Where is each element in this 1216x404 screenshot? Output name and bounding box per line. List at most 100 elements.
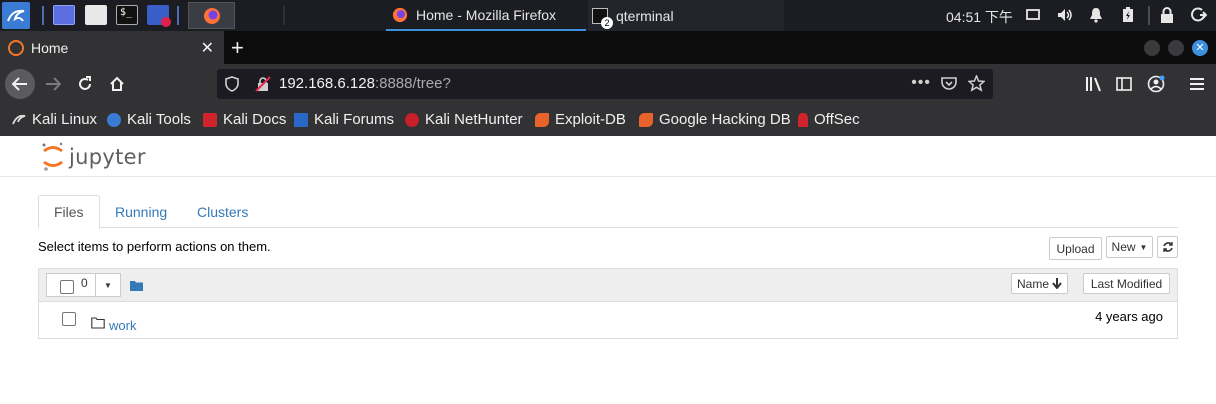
taskbar-separator xyxy=(283,6,285,25)
bookmark-star-icon[interactable] xyxy=(967,74,986,97)
bookmark-label: Kali NetHunter xyxy=(425,111,523,128)
volume-icon[interactable] xyxy=(1056,6,1074,24)
sort-by-last-modified-button[interactable]: Last Modified xyxy=(1083,273,1170,294)
display-icon[interactable] xyxy=(1024,6,1042,24)
refresh-list-button[interactable] xyxy=(1157,236,1178,258)
show-desktop-icon[interactable] xyxy=(53,5,75,25)
last-modified-label: Last Modified xyxy=(1090,276,1163,291)
hamburger-menu-icon[interactable] xyxy=(1183,70,1211,98)
firefox-launcher[interactable] xyxy=(188,2,235,29)
bookmark-kali-nethunter[interactable]: Kali NetHunter xyxy=(405,111,523,128)
account-icon[interactable] xyxy=(1142,70,1170,98)
select-all-control[interactable]: 0 xyxy=(46,273,96,297)
bookmark-kali-tools[interactable]: Kali Tools xyxy=(107,111,191,128)
bookmark-kali-docs[interactable]: Kali Docs xyxy=(203,111,286,128)
notifications-icon[interactable] xyxy=(1087,6,1105,24)
tab-title: Home xyxy=(31,39,69,56)
minimize-window-button[interactable] xyxy=(1144,40,1160,56)
forward-arrow-icon[interactable] xyxy=(39,70,67,98)
item-modified: 4 years ago xyxy=(1095,309,1163,324)
new-label: New xyxy=(1111,240,1136,254)
reload-icon[interactable] xyxy=(71,70,99,98)
bookmark-label: Google Hacking DB xyxy=(659,111,791,128)
sort-by-name-button[interactable]: Name xyxy=(1011,273,1068,294)
bookmark-kali-linux[interactable]: Kali Linux xyxy=(12,111,97,128)
firefox-icon xyxy=(203,7,220,24)
selected-count: 0 xyxy=(81,276,88,290)
navigation-toolbar: 192.168.6.128:8888/tree? ••• xyxy=(0,64,1216,104)
bookmarks-toolbar: Kali Linux Kali Tools Kali Docs Kali For… xyxy=(0,104,1216,136)
page-actions-icon[interactable]: ••• xyxy=(911,74,931,92)
close-tab-icon[interactable]: ✕ xyxy=(201,38,214,58)
pocket-icon[interactable] xyxy=(941,76,957,96)
item-checkbox[interactable] xyxy=(62,312,76,326)
home-icon[interactable] xyxy=(103,70,131,98)
maximize-window-button[interactable] xyxy=(1168,40,1184,56)
caret-down-icon: ▼ xyxy=(104,280,112,290)
address-bar[interactable]: 192.168.6.128:8888/tree? ••• xyxy=(217,69,993,99)
taskbar: $_ Home - Mozilla Firefox 2 qterminal 04… xyxy=(0,0,1216,31)
bookmark-label: Kali Forums xyxy=(314,111,395,128)
kali-tools-icon xyxy=(107,112,121,127)
bookmark-kali-forums[interactable]: Kali Forums xyxy=(294,111,394,128)
back-arrow-icon[interactable] xyxy=(5,69,35,99)
terminal-launcher-icon[interactable]: $_ xyxy=(116,5,138,25)
arrow-down-icon xyxy=(1052,278,1062,289)
tab-clusters[interactable]: Clusters xyxy=(182,195,263,228)
bookmark-label: OffSec xyxy=(814,111,860,128)
jupyter-brand-text: jupyter xyxy=(69,145,146,169)
kali-docs-icon xyxy=(203,112,217,127)
window-count-badge: 2 xyxy=(601,16,613,29)
jupyter-page: jupyter Files Running Clusters Select it… xyxy=(0,136,1216,404)
file-list: 0 ▼ Name Last Modified work 4 years ago xyxy=(38,268,1178,339)
select-all-checkbox[interactable] xyxy=(60,280,74,294)
url-path: :8888/tree? xyxy=(374,75,451,92)
file-manager-icon[interactable] xyxy=(85,5,107,25)
browser-tab-strip: Home ✕ + ✕ xyxy=(0,31,1216,64)
jupyter-tabs: Files Running Clusters xyxy=(38,195,1178,229)
close-window-button[interactable]: ✕ xyxy=(1192,40,1208,56)
upload-button[interactable]: Upload xyxy=(1049,237,1102,260)
bookmark-offsec[interactable]: OffSec xyxy=(798,111,860,128)
bookmark-label: Exploit-DB xyxy=(555,111,626,128)
taskbar-separator xyxy=(1148,6,1150,25)
refresh-icon xyxy=(1162,242,1173,252)
task-qterminal[interactable]: 2 qterminal xyxy=(588,0,784,31)
item-name-link[interactable]: work xyxy=(109,318,136,333)
kali-menu-button[interactable] xyxy=(2,2,30,29)
url-host: 192.168.6.128 xyxy=(279,75,375,92)
caret-down-icon: ▼ xyxy=(1139,242,1148,252)
bookmark-google-hacking-db[interactable]: Google Hacking DB xyxy=(639,111,791,128)
logout-icon[interactable] xyxy=(1190,6,1208,24)
bookmark-exploit-db[interactable]: Exploit-DB xyxy=(535,111,626,128)
clock[interactable]: 04:51 下午 xyxy=(946,7,1013,27)
library-icon[interactable] xyxy=(1080,70,1108,98)
sidebar-icon[interactable] xyxy=(1110,70,1138,98)
task-label: qterminal xyxy=(616,7,674,24)
tracking-shield-icon[interactable] xyxy=(225,76,239,92)
terminal-icon: 2 xyxy=(592,7,613,29)
lock-icon[interactable] xyxy=(1158,6,1176,24)
task-label: Home - Mozilla Firefox xyxy=(416,6,557,23)
kali-forums-icon xyxy=(294,112,308,127)
jupyter-logo[interactable]: jupyter xyxy=(41,142,146,172)
exploit-db-icon xyxy=(535,112,549,127)
taskbar-separator xyxy=(42,6,44,25)
bookmark-label: Kali Tools xyxy=(127,111,191,128)
battery-icon[interactable] xyxy=(1119,6,1137,24)
task-firefox[interactable]: Home - Mozilla Firefox xyxy=(386,0,586,31)
folder-breadcrumb-icon[interactable] xyxy=(130,278,143,296)
kali-dragon-icon xyxy=(7,9,25,22)
screen-recorder-icon[interactable] xyxy=(147,5,171,27)
selection-hint: Select items to perform actions on them. xyxy=(38,239,271,254)
tab-files[interactable]: Files xyxy=(38,195,100,229)
new-tab-button[interactable]: + xyxy=(231,35,244,61)
insecure-lock-icon[interactable] xyxy=(255,76,271,92)
new-dropdown-button[interactable]: New ▼ xyxy=(1106,236,1153,258)
url-text[interactable]: 192.168.6.128:8888/tree? xyxy=(279,75,451,93)
tab-running[interactable]: Running xyxy=(100,195,182,228)
ghdb-icon xyxy=(639,112,653,127)
jupyter-favicon-icon xyxy=(8,40,24,56)
selection-dropdown-toggle[interactable]: ▼ xyxy=(95,273,121,297)
browser-tab-home[interactable]: Home ✕ xyxy=(0,31,224,64)
